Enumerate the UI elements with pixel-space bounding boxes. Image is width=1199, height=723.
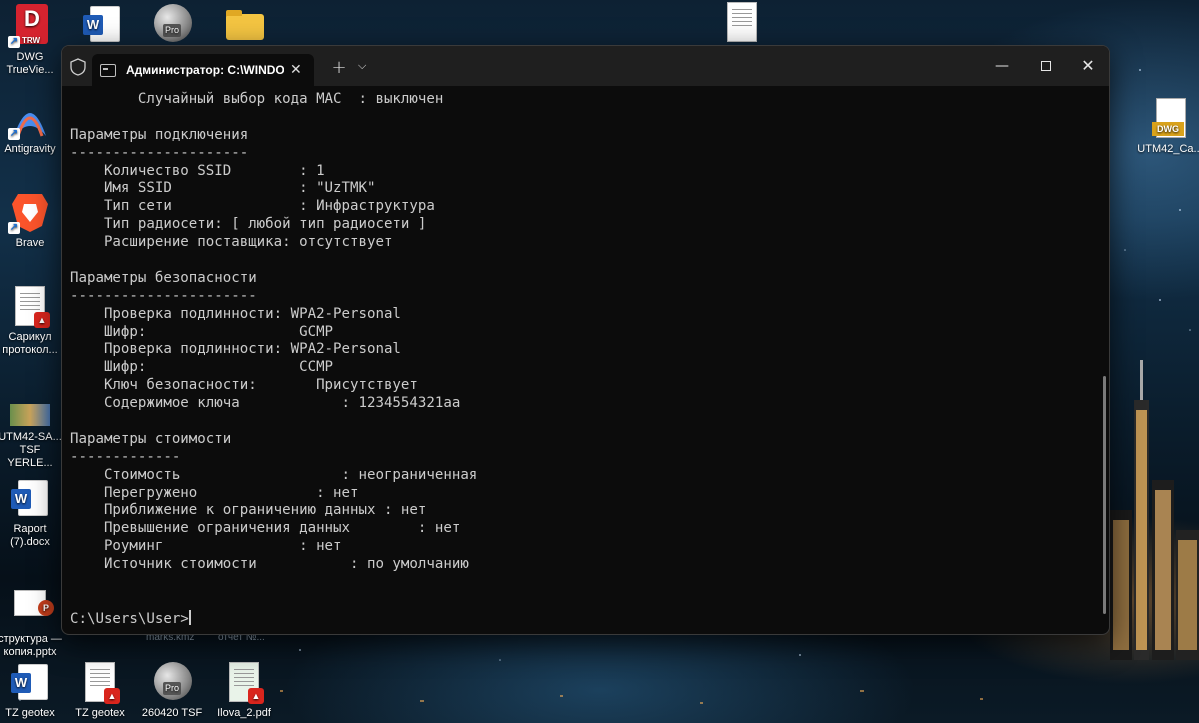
brave-icon: ↗ [8, 190, 52, 234]
console-line: Перегружено : нет [70, 484, 359, 501]
close-icon: ✕ [1081, 56, 1095, 75]
desktop-icon-utm42-dwg[interactable]: DWG UTM42_Ca... [1136, 96, 1199, 156]
desktop-icon-antigravity[interactable]: ↗ Antigravity [0, 96, 64, 156]
console-line: Содержимое ключа : 1234554321aa [70, 395, 461, 412]
console-line: Стоимость : неограниченная [70, 466, 478, 483]
antigravity-icon: ↗ [8, 96, 52, 140]
desktop-icon-sarikul-pdf[interactable]: ▲ Сарикул протокол... [0, 284, 64, 357]
close-window-button[interactable]: ✕ [1066, 52, 1109, 80]
cmd-icon [100, 63, 116, 77]
tab-dropdown-button[interactable]: ⌵ [358, 59, 366, 73]
console-line: ---------------------- [70, 287, 257, 304]
prompt-text: C:\Users\User> [70, 611, 189, 627]
shield-icon [70, 58, 86, 76]
maximize-button[interactable] [1024, 52, 1068, 80]
word-document-icon [8, 476, 52, 520]
city-skyline [1110, 360, 1199, 660]
console-line: Превышение ограничения данных : нет [70, 520, 461, 537]
dwg-trueview-icon: D TRW ↗ [8, 4, 52, 48]
terminal-window[interactable]: Администратор: C:\WINDOWS ✕ + ⌵ — ✕ Случ… [61, 45, 1110, 635]
arcgis-pro-icon: Pro [150, 0, 194, 44]
shortcut-arrow-icon: ↗ [8, 36, 20, 48]
console-line: Источник стоимости : по умолчанию [70, 556, 469, 573]
shortcut-arrow-icon: ↗ [8, 128, 20, 140]
vertical-scrollbar[interactable] [1103, 376, 1106, 614]
console-line: Шифр: GCMP [70, 323, 334, 340]
console-line: Роуминг : нет [70, 538, 342, 555]
chevron-down-icon: ⌵ [358, 59, 367, 72]
pdf-document-icon: ▲ [222, 660, 266, 704]
desktop-icon-top-document[interactable] [708, 0, 776, 47]
folder-icon [222, 0, 266, 44]
word-document-icon [80, 0, 124, 42]
desktop-icon-top-folder[interactable] [210, 0, 278, 47]
desktop-icon-raport-docx[interactable]: Raport (7).docx [0, 476, 64, 549]
console-line: Количество SSID : 1 [70, 162, 325, 179]
pdf-document-icon: ▲ [78, 660, 122, 704]
console-line: Ключ безопасности: Присутствует [70, 377, 418, 394]
arcgis-pro-icon: Pro [150, 660, 194, 704]
console-line: Тип сети : Инфраструктура [70, 198, 435, 215]
console-line: Расширение поставщика: отсутствует [70, 234, 393, 251]
minimize-icon: — [995, 58, 1009, 74]
desktop-icon-bottom-word[interactable]: TZ geotex [0, 660, 64, 720]
plus-icon: + [331, 57, 347, 78]
console-line: Проверка подлинности: WPA2-Personal [70, 305, 401, 322]
window-titlebar[interactable]: Администратор: C:\WINDOWS ✕ + ⌵ — ✕ [62, 46, 1109, 86]
desktop-icon-utm42-map[interactable]: UTM42-SA... TSF YERLE... [0, 384, 64, 470]
console-line: Приближение к ограничению данных : нет [70, 502, 427, 519]
maximize-icon [1041, 61, 1051, 71]
minimize-button[interactable]: — [980, 52, 1024, 80]
desktop-icon-struktura-pptx[interactable]: P структура — копия.pptx [0, 586, 64, 659]
command-prompt[interactable]: C:\Users\User> [70, 610, 191, 627]
map-file-icon [8, 384, 52, 428]
desktop-icon-bottom-ilova[interactable]: ▲ Ilova_2.pdf [210, 660, 278, 720]
console-line: ------------- [70, 448, 181, 465]
desktop-icon-top-word[interactable] [68, 0, 136, 43]
document-icon [720, 0, 764, 44]
console-output[interactable]: Случайный выбор кода MAC : выключен Парам… [62, 86, 1097, 634]
console-line: Тип радиосети: [ любой тип радиосети ] [70, 216, 427, 233]
console-line: Параметры стоимости [70, 430, 232, 447]
console-line: Имя SSID : "UzTMK" [70, 180, 376, 197]
console-line: Параметры подключения [70, 126, 249, 143]
dwg-file-icon: DWG [1148, 96, 1192, 140]
tab-title: Администратор: C:\WINDOWS [126, 63, 284, 77]
powerpoint-document-icon: P [8, 586, 54, 630]
console-line: Проверка подлинности: WPA2-Personal [70, 341, 401, 358]
desktop-icon-bottom-arcgis[interactable]: Pro 260420 TSF [138, 660, 206, 720]
desktop-icon-bottom-pdf[interactable]: ▲ TZ geotex [66, 660, 134, 720]
tab-administrator-cmd[interactable]: Администратор: C:\WINDOWS ✕ [92, 54, 314, 86]
shortcut-arrow-icon: ↗ [8, 222, 20, 234]
new-tab-button[interactable]: + [328, 57, 350, 78]
desktop-icon-dwg-trueview[interactable]: D TRW ↗ DWG TrueVie... [0, 4, 64, 77]
desktop-icon-top-arcgis[interactable]: Pro [138, 0, 206, 47]
text-cursor [188, 610, 191, 625]
console-line: Случайный выбор кода MAC : выключен [70, 91, 444, 107]
word-document-icon [8, 660, 52, 704]
console-line: --------------------- [70, 144, 249, 161]
pdf-document-icon: ▲ [8, 284, 52, 328]
desktop-icon-brave[interactable]: ↗ Brave [0, 190, 64, 250]
tab-close-icon[interactable]: ✕ [290, 62, 302, 78]
console-line: Шифр: CCMP [70, 359, 334, 376]
console-line: Параметры безопасности [70, 269, 257, 286]
